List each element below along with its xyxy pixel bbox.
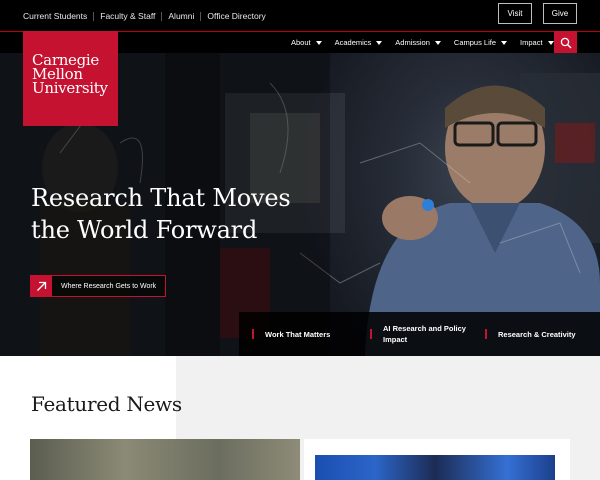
search-icon [560,37,571,48]
cta-label: Where Research Gets to Work [61,282,157,290]
audience-links: Current Students Faculty & Staff Alumni … [23,11,266,21]
nav-item-label: Impact [520,38,543,47]
nav-item-label: Admission [395,38,430,47]
nav-item-about[interactable]: About [291,38,322,47]
divider [93,11,95,21]
arrow-up-right-icon [31,275,52,297]
headline-line: the World Forward [31,216,258,244]
strip-link-label: AI Research and Policy Impact [383,324,466,344]
search-button[interactable] [554,31,577,54]
link-faculty-staff[interactable]: Faculty & Staff [100,11,155,21]
caret-down-icon [376,40,383,45]
link-office-directory[interactable]: Office Directory [207,11,265,21]
accent-bar [485,329,487,339]
research-cta-button[interactable]: Where Research Gets to Work [30,275,167,297]
nav-item-label: About [291,38,311,47]
link-alumni[interactable]: Alumni [168,11,194,21]
caret-down-icon [315,40,322,45]
strip-link-work-that-matters[interactable]: Work That Matters [252,312,364,356]
headline-line: Research That Moves [31,184,291,212]
nav-item-admission[interactable]: Admission [395,38,441,47]
utility-bar: Current Students Faculty & Staff Alumni … [0,0,600,31]
nav-item-impact[interactable]: Impact [520,38,554,47]
featured-news-heading: Featured News [31,392,182,416]
visit-button[interactable]: Visit [498,3,532,24]
logo-line: University [32,79,108,97]
link-current-students[interactable]: Current Students [23,11,87,21]
nav-menu: About Academics Admission Campus Life Im… [291,32,567,53]
divider [200,11,202,21]
caret-down-icon [434,40,441,45]
strip-link-label: Research & Creativity [498,329,576,339]
nav-item-campus-life[interactable]: Campus Life [453,38,508,47]
university-logo[interactable]: Carnegie Mellon University [23,31,118,126]
caret-down-icon [547,40,554,45]
accent-bar [252,329,254,339]
strip-link-research-creativity[interactable]: Research & Creativity [485,312,597,356]
hero-headline: Research That Moves the World Forward [31,182,321,246]
research-links-strip: Work That Matters AI Research and Policy… [239,312,600,356]
news-card-image[interactable] [315,455,555,480]
news-card-image[interactable] [30,439,300,480]
accent-bar [370,329,372,339]
strip-link-label: Work That Matters [265,329,331,339]
nav-item-label: Campus Life [453,38,497,47]
give-button[interactable]: Give [543,3,577,24]
caret-down-icon [501,40,508,45]
divider [161,11,163,21]
nav-item-academics[interactable]: Academics [335,38,383,47]
nav-item-label: Academics [334,38,372,47]
strip-link-ai-research[interactable]: AI Research and Policy Impact [370,312,480,356]
